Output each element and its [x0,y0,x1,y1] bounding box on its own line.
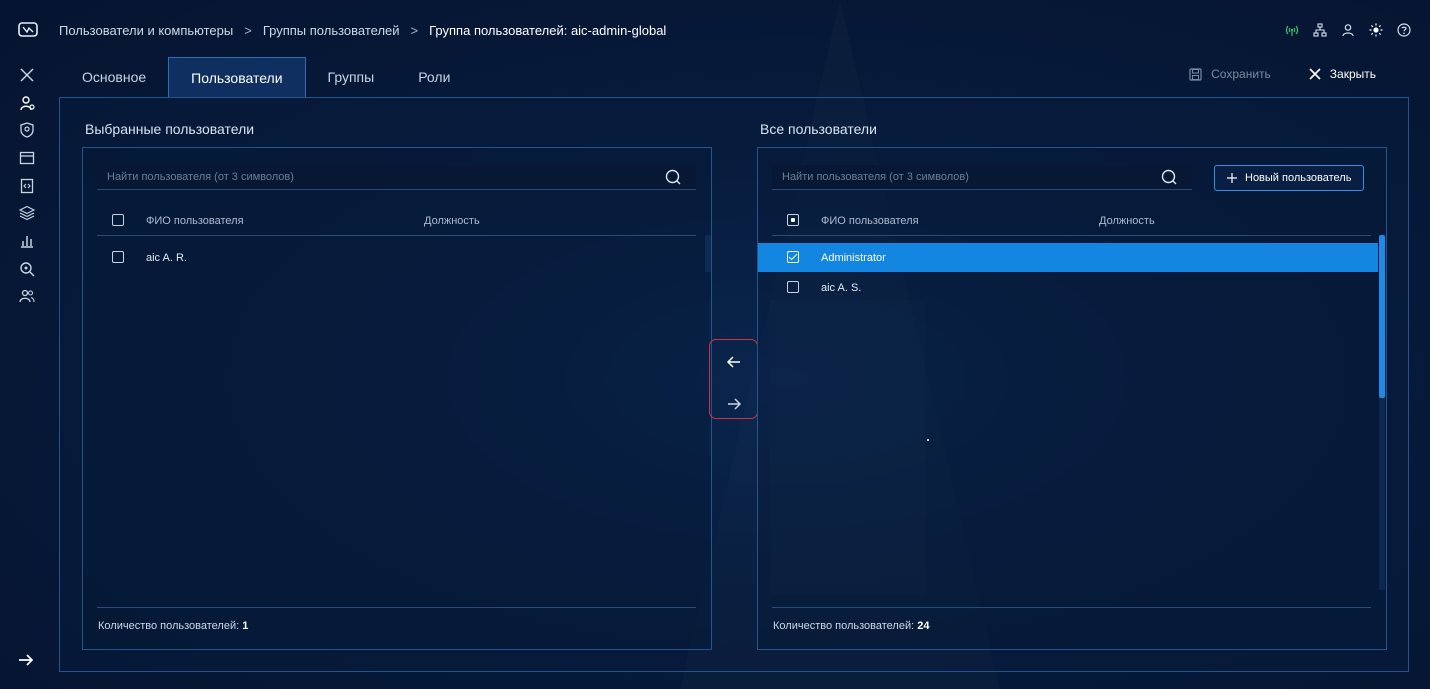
tab-bar: Основное Пользователи Группы Роли [60,57,472,98]
table-row[interactable]: aic A. S. [758,273,1378,302]
row-checkbox[interactable] [787,281,799,296]
shield-user-icon[interactable] [18,121,36,139]
help-icon[interactable] [1396,22,1412,38]
table-row[interactable]: Administrator [758,243,1378,272]
window-icon[interactable] [18,149,36,167]
tools-icon[interactable] [18,66,36,84]
breadcrumb: Пользователи и компьютеры > Группы польз… [59,23,666,38]
column-full-name[interactable]: ФИО пользователя [146,215,244,227]
document-code-icon[interactable] [18,177,36,195]
all-users-title: Все пользователи [760,121,877,137]
new-user-button[interactable]: Новый пользователь [1214,165,1365,191]
signal-icon[interactable] [1284,22,1300,38]
expand-arrow-icon[interactable] [16,650,36,670]
tab-users[interactable]: Пользователи [168,57,306,98]
network-icon[interactable] [1312,22,1328,38]
plus-icon [1227,173,1237,183]
divider [97,607,696,608]
row-checkbox[interactable] [787,251,799,266]
scrollbar-track[interactable] [705,235,711,272]
arrow-left-icon [726,356,740,368]
close-icon [1309,68,1321,80]
cursor-dot [927,439,929,441]
people-icon[interactable] [18,287,36,305]
transfer-buttons-group [709,339,758,419]
save-label: Сохранить [1211,67,1271,81]
column-position[interactable]: Должность [1099,215,1155,227]
close-button[interactable]: Закрыть [1309,67,1376,81]
action-bar: Сохранить Закрыть [1189,67,1376,81]
breadcrumb-separator: > [410,23,419,38]
user-name: Administrator [821,252,886,264]
selected-users-table-header: ФИО пользователя Должность [97,206,696,236]
new-user-label: Новый пользователь [1245,172,1352,184]
users-computers-icon[interactable] [18,94,36,112]
move-left-button[interactable] [724,352,744,372]
divider [772,607,1371,608]
breadcrumb-separator: > [244,23,252,38]
selected-users-title: Выбранные пользователи [85,121,255,137]
user-profile-icon[interactable] [1340,22,1356,38]
app-logo-icon[interactable] [18,22,38,38]
all-users-search[interactable] [772,165,1192,190]
tab-main[interactable]: Основное [60,57,168,97]
close-label: Закрыть [1329,67,1376,81]
save-icon [1189,67,1202,81]
selected-users-count: Количество пользователей: 1 [98,620,249,632]
all-users-table-header: ФИО пользователя Должность [772,206,1371,236]
breadcrumb-users-computers[interactable]: Пользователи и компьютеры [59,23,233,38]
selected-users-search-input[interactable] [107,171,638,183]
user-name: aic A. R. [146,252,187,264]
search-icon[interactable] [665,169,682,186]
search-icon[interactable] [1161,169,1178,186]
arrow-right-icon [728,398,742,410]
column-position[interactable]: Должность [424,215,480,227]
select-all-checkbox[interactable] [112,214,124,229]
bar-chart-icon[interactable] [18,232,36,250]
all-users-search-input[interactable] [782,171,1151,183]
save-button[interactable]: Сохранить [1189,67,1271,81]
select-all-checkbox[interactable] [787,214,799,229]
breadcrumb-current: Группа пользователей: aic-admin-global [429,23,667,38]
scrollbar-thumb[interactable] [1379,235,1385,398]
sun-theme-icon[interactable] [1368,22,1384,38]
table-row[interactable]: aic A. R. [97,243,696,272]
tab-groups[interactable]: Группы [306,57,397,97]
top-toolbar [1284,22,1412,38]
breadcrumb-user-groups[interactable]: Группы пользователей [263,23,400,38]
move-right-button[interactable] [724,394,744,414]
search-zoom-icon[interactable] [18,260,36,278]
all-users-count: Количество пользователей: 24 [773,620,930,632]
selected-users-search[interactable] [97,165,696,190]
row-checkbox[interactable] [112,251,124,266]
tab-roles[interactable]: Роли [396,57,472,97]
user-name: aic A. S. [821,282,862,294]
column-full-name[interactable]: ФИО пользователя [821,215,919,227]
left-rail [0,0,54,689]
layers-icon[interactable] [18,204,36,222]
